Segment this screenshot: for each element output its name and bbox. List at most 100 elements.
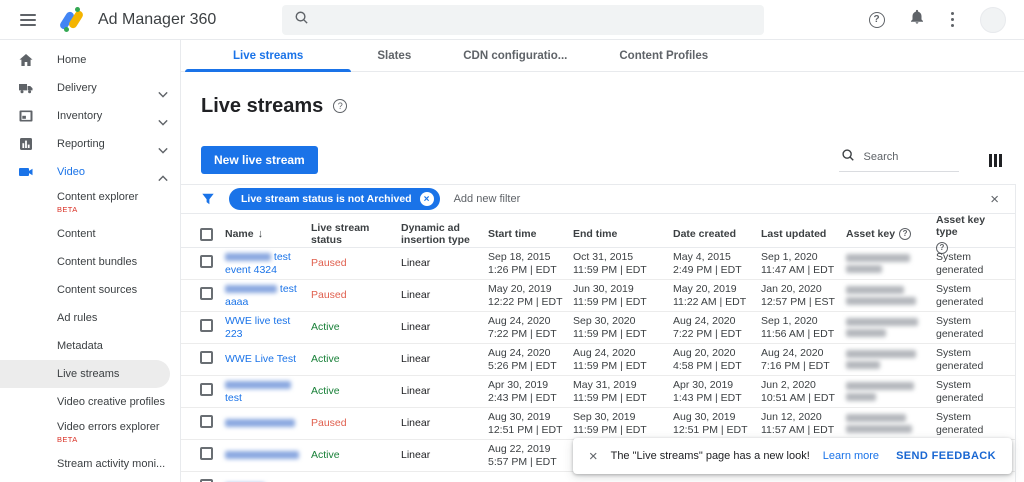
start-time: Aug 30, 2019 12:51 PM | EDT <box>488 410 563 436</box>
redacted-text <box>846 361 880 369</box>
asset-key-type: System generated <box>936 314 984 340</box>
col-header-asset-key[interactable]: Asset key? <box>846 228 936 240</box>
asset-key-type: System generated <box>936 250 984 276</box>
table-search-input[interactable]: Search <box>838 148 959 172</box>
sidebar-item-stream-activity-moni[interactable]: Stream activity moni... <box>0 450 180 478</box>
stream-name-link[interactable] <box>225 449 301 462</box>
tab-live-streams[interactable]: Live streams <box>185 40 352 72</box>
table-row[interactable]: test event 4324 Paused Linear Sep 18, 20… <box>181 248 1015 280</box>
stream-name-link[interactable]: test aaaa <box>225 283 301 309</box>
asset-key <box>846 283 936 308</box>
stream-name-link[interactable] <box>225 417 301 430</box>
filter-chip[interactable]: Live stream status is not Archived × <box>229 188 440 210</box>
table-row[interactable]: test Active Linear Apr 30, 2019 2:43 PM |… <box>181 376 1015 408</box>
stream-status: Active <box>311 353 340 365</box>
snackbar-close-icon[interactable]: × <box>589 449 598 464</box>
tab-cdn-configuratio[interactable]: CDN configuratio... <box>437 40 593 71</box>
last-updated: Jan 20, 2020 12:57 PM | EST <box>761 282 835 308</box>
row-checkbox[interactable] <box>200 255 213 268</box>
sidebar-item-content[interactable]: Content <box>0 220 180 248</box>
sidebar-item-label: Video errors explorer <box>57 420 160 433</box>
notifications-bell-icon[interactable] <box>909 9 925 30</box>
sidebar-item-inventory[interactable]: Inventory <box>0 102 180 130</box>
redacted-text <box>846 425 912 433</box>
end-time: May 31, 2019 11:59 PM | EDT <box>573 378 647 404</box>
table-row[interactable]: WWE live test 223 Active Linear Aug 24, … <box>181 312 1015 344</box>
stream-name-link[interactable]: test <box>225 379 301 405</box>
col-header-name[interactable]: Name ↓ <box>225 228 311 240</box>
sidebar-item-content-sources[interactable]: Content sources <box>0 276 180 304</box>
sidebar-item-video-errors-explorer[interactable]: Video errors explorer BETA <box>0 416 180 450</box>
start-time: Aug 22, 2019 5:57 PM | EDT <box>488 442 557 468</box>
asset-key <box>846 315 936 340</box>
sidebar-item-content-explorer[interactable]: Content explorer BETA <box>0 186 180 220</box>
tab-slates[interactable]: Slates <box>351 40 437 71</box>
help-icon[interactable]: ? <box>899 228 912 240</box>
chevron-down-icon <box>158 113 168 126</box>
col-header-end-time[interactable]: End time <box>573 228 673 240</box>
row-checkbox[interactable] <box>200 447 213 460</box>
col-header-date-created[interactable]: Date created <box>673 228 761 240</box>
page-help-icon[interactable]: ? <box>333 99 348 113</box>
sidebar-item-ad-rules[interactable]: Ad rules <box>0 304 180 332</box>
row-checkbox[interactable] <box>200 415 213 428</box>
row-checkbox[interactable] <box>200 287 213 300</box>
col-header-live-stream-status[interactable]: Live stream status <box>311 222 401 246</box>
stream-name-link[interactable]: WWE live test 223 <box>225 315 301 341</box>
snackbar: × The "Live streams" page has a new look… <box>572 438 1012 474</box>
stream-name-link[interactable]: test event 4324 <box>225 251 301 277</box>
stream-status: Paused <box>311 417 347 429</box>
tab-content-profiles[interactable]: Content Profiles <box>593 40 734 71</box>
filter-chip-label: Live stream status is not Archived <box>241 193 412 205</box>
avatar[interactable] <box>980 6 1006 33</box>
col-header-last-updated[interactable]: Last updated <box>761 228 846 240</box>
redacted-text <box>846 286 904 294</box>
menu-button[interactable] <box>14 5 42 35</box>
column-settings-icon[interactable] <box>987 152 1005 169</box>
add-new-filter-button[interactable]: Add new filter <box>454 193 521 205</box>
select-all-checkbox[interactable] <box>200 227 213 241</box>
stream-name-link[interactable]: WWE Live Test <box>225 353 301 366</box>
search-icon <box>294 10 309 30</box>
new-live-stream-button[interactable]: New live stream <box>201 146 318 174</box>
sidebar-item-reporting[interactable]: Reporting <box>0 130 180 158</box>
more-options-icon[interactable] <box>949 10 957 30</box>
page-head: Live streams ? <box>201 94 1024 118</box>
sidebar-item-home[interactable]: Home <box>0 46 180 74</box>
row-checkbox[interactable] <box>200 383 213 396</box>
sidebar-item-video-creative-profiles[interactable]: Video creative profiles <box>0 388 180 416</box>
redacted-text <box>846 329 886 337</box>
sidebar-item-admin[interactable]: Admin <box>0 478 180 482</box>
send-feedback-button[interactable]: SEND FEEDBACK <box>896 450 996 462</box>
sidebar-item-label: Content <box>57 228 96 240</box>
remove-filter-icon[interactable]: × <box>419 192 434 206</box>
end-time: Jun 30, 2019 11:59 PM | EDT <box>573 282 647 308</box>
last-updated: Aug 24, 2020 7:16 PM | EDT <box>761 346 830 372</box>
filter-close-icon[interactable]: × <box>990 192 999 207</box>
sidebar-item-delivery[interactable]: Delivery <box>0 74 180 102</box>
sidebar-item-metadata[interactable]: Metadata <box>0 332 180 360</box>
toolbar: New live stream Search <box>201 146 1004 174</box>
row-checkbox[interactable] <box>200 319 213 332</box>
asset-key-type: System generated <box>936 378 984 404</box>
sidebar-item-label: Video <box>57 166 85 178</box>
table-row[interactable]: Paused Linear Aug 30, 2019 12:51 PM | EDT… <box>181 408 1015 440</box>
last-updated: Jun 12, 2020 11:57 AM | EDT <box>761 410 835 436</box>
help-icon[interactable]: ? <box>868 11 885 28</box>
col-header-start-time[interactable]: Start time <box>488 228 573 240</box>
filter-bar: Live stream status is not Archived × Add… <box>181 184 1015 214</box>
row-checkbox[interactable] <box>200 351 213 364</box>
table-search-label: Search <box>863 150 899 163</box>
learn-more-link[interactable]: Learn more <box>823 450 879 462</box>
sidebar-item-video[interactable]: Video <box>0 158 180 186</box>
col-header-dynamic-ad-insertion-type[interactable]: Dynamic ad insertion type <box>401 222 488 246</box>
table-row[interactable]: test aaaa Paused Linear May 20, 2019 12:2… <box>181 280 1015 312</box>
last-updated: Sep 1, 2020 11:47 AM | EDT <box>761 250 835 276</box>
sidebar-item-content-bundles[interactable]: Content bundles <box>0 248 180 276</box>
redacted-text <box>225 252 271 261</box>
end-time: Oct 31, 2015 11:59 PM | EDT <box>573 250 647 276</box>
table-row[interactable]: WWE Live Test Active Linear Aug 24, 2020… <box>181 344 1015 376</box>
col-header-asset-key-type[interactable]: Asset key type? <box>936 214 1015 254</box>
sidebar-item-live-streams[interactable]: Live streams <box>0 360 170 388</box>
global-search-input[interactable] <box>282 4 765 35</box>
